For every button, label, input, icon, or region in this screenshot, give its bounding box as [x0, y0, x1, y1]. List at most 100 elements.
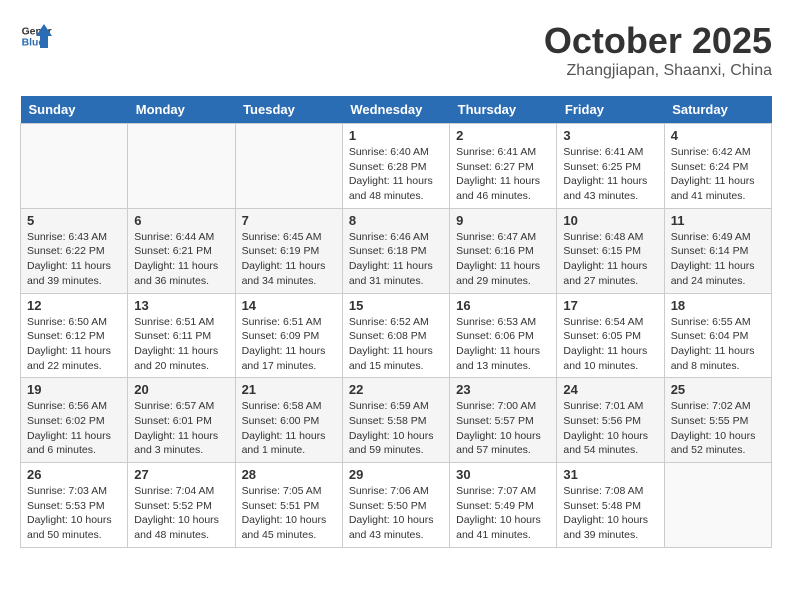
day-info: Sunrise: 6:46 AM Sunset: 6:18 PM Dayligh…	[349, 230, 443, 289]
day-info: Sunrise: 7:08 AM Sunset: 5:48 PM Dayligh…	[563, 484, 657, 543]
day-info: Sunrise: 6:54 AM Sunset: 6:05 PM Dayligh…	[563, 315, 657, 374]
day-info: Sunrise: 6:51 AM Sunset: 6:09 PM Dayligh…	[242, 315, 336, 374]
day-info: Sunrise: 6:57 AM Sunset: 6:01 PM Dayligh…	[134, 399, 228, 458]
day-number: 2	[456, 128, 550, 143]
day-number: 24	[563, 382, 657, 397]
day-number: 7	[242, 213, 336, 228]
day-number: 3	[563, 128, 657, 143]
column-header-tuesday: Tuesday	[235, 96, 342, 124]
day-number: 8	[349, 213, 443, 228]
calendar-cell	[21, 124, 128, 209]
calendar-cell: 2Sunrise: 6:41 AM Sunset: 6:27 PM Daylig…	[450, 124, 557, 209]
calendar-cell: 5 Sunrise: 6:43 AM Sunset: 6:22 PM Daylig…	[21, 208, 128, 293]
day-number: 9	[456, 213, 550, 228]
day-number: 26	[27, 467, 121, 482]
calendar-cell: 4 Sunrise: 6:42 AM Sunset: 6:24 PM Daylig…	[664, 124, 771, 209]
logo: General Blue	[20, 20, 52, 52]
calendar-cell: 28 Sunrise: 7:05 AM Sunset: 5:51 PM Dayli…	[235, 463, 342, 548]
day-number: 27	[134, 467, 228, 482]
calendar-cell: 24 Sunrise: 7:01 AM Sunset: 5:56 PM Dayli…	[557, 378, 664, 463]
calendar-cell: 13 Sunrise: 6:51 AM Sunset: 6:11 PM Dayli…	[128, 293, 235, 378]
column-header-wednesday: Wednesday	[342, 96, 449, 124]
calendar-cell: 12Sunrise: 6:50 AM Sunset: 6:12 PM Dayli…	[21, 293, 128, 378]
calendar-cell: 18 Sunrise: 6:55 AM Sunset: 6:04 PM Dayli…	[664, 293, 771, 378]
calendar-cell: 14 Sunrise: 6:51 AM Sunset: 6:09 PM Dayli…	[235, 293, 342, 378]
day-info: Sunrise: 6:56 AM Sunset: 6:02 PM Dayligh…	[27, 399, 121, 458]
day-number: 19	[27, 382, 121, 397]
day-number: 14	[242, 298, 336, 313]
day-info: Sunrise: 6:51 AM Sunset: 6:11 PM Dayligh…	[134, 315, 228, 374]
day-info: Sunrise: 7:05 AM Sunset: 5:51 PM Dayligh…	[242, 484, 336, 543]
calendar-cell	[128, 124, 235, 209]
day-info: Sunrise: 7:00 AM Sunset: 5:57 PM Dayligh…	[456, 399, 550, 458]
logo-icon: General Blue	[20, 20, 52, 52]
day-number: 15	[349, 298, 443, 313]
calendar-cell: 22Sunrise: 6:59 AM Sunset: 5:58 PM Dayli…	[342, 378, 449, 463]
day-number: 31	[563, 467, 657, 482]
calendar-cell: 10Sunrise: 6:48 AM Sunset: 6:15 PM Dayli…	[557, 208, 664, 293]
day-info: Sunrise: 7:06 AM Sunset: 5:50 PM Dayligh…	[349, 484, 443, 543]
calendar-cell: 1 Sunrise: 6:40 AM Sunset: 6:28 PM Daylig…	[342, 124, 449, 209]
title-block: October 2025 Zhangjiapan, Shaanxi, China	[544, 20, 772, 80]
day-info: Sunrise: 7:02 AM Sunset: 5:55 PM Dayligh…	[671, 399, 765, 458]
day-number: 1	[349, 128, 443, 143]
day-info: Sunrise: 6:40 AM Sunset: 6:28 PM Dayligh…	[349, 145, 443, 204]
calendar-week-row: 12Sunrise: 6:50 AM Sunset: 6:12 PM Dayli…	[21, 293, 772, 378]
day-info: Sunrise: 6:41 AM Sunset: 6:25 PM Dayligh…	[563, 145, 657, 204]
day-info: Sunrise: 6:44 AM Sunset: 6:21 PM Dayligh…	[134, 230, 228, 289]
calendar-week-row: 26Sunrise: 7:03 AM Sunset: 5:53 PM Dayli…	[21, 463, 772, 548]
calendar-table: SundayMondayTuesdayWednesdayThursdayFrid…	[20, 96, 772, 548]
calendar-week-row: 19 Sunrise: 6:56 AM Sunset: 6:02 PM Dayli…	[21, 378, 772, 463]
day-info: Sunrise: 7:01 AM Sunset: 5:56 PM Dayligh…	[563, 399, 657, 458]
day-number: 13	[134, 298, 228, 313]
day-number: 20	[134, 382, 228, 397]
day-number: 18	[671, 298, 765, 313]
day-info: Sunrise: 6:43 AM Sunset: 6:22 PM Dayligh…	[27, 230, 121, 289]
calendar-cell	[235, 124, 342, 209]
calendar-week-row: 1 Sunrise: 6:40 AM Sunset: 6:28 PM Daylig…	[21, 124, 772, 209]
page-header: General Blue October 2025 Zhangjiapan, S…	[20, 20, 772, 80]
day-info: Sunrise: 6:50 AM Sunset: 6:12 PM Dayligh…	[27, 315, 121, 374]
day-number: 28	[242, 467, 336, 482]
column-header-monday: Monday	[128, 96, 235, 124]
day-info: Sunrise: 7:07 AM Sunset: 5:49 PM Dayligh…	[456, 484, 550, 543]
day-number: 29	[349, 467, 443, 482]
calendar-cell: 20 Sunrise: 6:57 AM Sunset: 6:01 PM Dayli…	[128, 378, 235, 463]
day-info: Sunrise: 6:42 AM Sunset: 6:24 PM Dayligh…	[671, 145, 765, 204]
calendar-week-row: 5 Sunrise: 6:43 AM Sunset: 6:22 PM Daylig…	[21, 208, 772, 293]
day-info: Sunrise: 6:55 AM Sunset: 6:04 PM Dayligh…	[671, 315, 765, 374]
day-info: Sunrise: 6:47 AM Sunset: 6:16 PM Dayligh…	[456, 230, 550, 289]
day-info: Sunrise: 6:58 AM Sunset: 6:00 PM Dayligh…	[242, 399, 336, 458]
calendar-cell: 31 Sunrise: 7:08 AM Sunset: 5:48 PM Dayli…	[557, 463, 664, 548]
calendar-cell: 26Sunrise: 7:03 AM Sunset: 5:53 PM Dayli…	[21, 463, 128, 548]
calendar-cell: 16 Sunrise: 6:53 AM Sunset: 6:06 PM Dayli…	[450, 293, 557, 378]
calendar-cell: 6Sunrise: 6:44 AM Sunset: 6:21 PM Daylig…	[128, 208, 235, 293]
calendar-cell: 17 Sunrise: 6:54 AM Sunset: 6:05 PM Dayli…	[557, 293, 664, 378]
calendar-cell: 3 Sunrise: 6:41 AM Sunset: 6:25 PM Daylig…	[557, 124, 664, 209]
calendar-cell: 7 Sunrise: 6:45 AM Sunset: 6:19 PM Daylig…	[235, 208, 342, 293]
column-header-saturday: Saturday	[664, 96, 771, 124]
day-number: 23	[456, 382, 550, 397]
day-number: 21	[242, 382, 336, 397]
day-info: Sunrise: 6:53 AM Sunset: 6:06 PM Dayligh…	[456, 315, 550, 374]
calendar-cell: 30 Sunrise: 7:07 AM Sunset: 5:49 PM Dayli…	[450, 463, 557, 548]
day-number: 25	[671, 382, 765, 397]
column-header-thursday: Thursday	[450, 96, 557, 124]
day-info: Sunrise: 6:49 AM Sunset: 6:14 PM Dayligh…	[671, 230, 765, 289]
day-number: 10	[563, 213, 657, 228]
calendar-cell: 27Sunrise: 7:04 AM Sunset: 5:52 PM Dayli…	[128, 463, 235, 548]
day-number: 4	[671, 128, 765, 143]
day-number: 16	[456, 298, 550, 313]
calendar-cell: 9 Sunrise: 6:47 AM Sunset: 6:16 PM Daylig…	[450, 208, 557, 293]
location: Zhangjiapan, Shaanxi, China	[544, 62, 772, 80]
day-number: 17	[563, 298, 657, 313]
column-header-friday: Friday	[557, 96, 664, 124]
day-number: 30	[456, 467, 550, 482]
month-title: October 2025	[544, 20, 772, 62]
day-info: Sunrise: 6:59 AM Sunset: 5:58 PM Dayligh…	[349, 399, 443, 458]
calendar-cell: 25 Sunrise: 7:02 AM Sunset: 5:55 PM Dayli…	[664, 378, 771, 463]
day-info: Sunrise: 6:45 AM Sunset: 6:19 PM Dayligh…	[242, 230, 336, 289]
column-header-sunday: Sunday	[21, 96, 128, 124]
calendar-cell	[664, 463, 771, 548]
day-number: 5	[27, 213, 121, 228]
